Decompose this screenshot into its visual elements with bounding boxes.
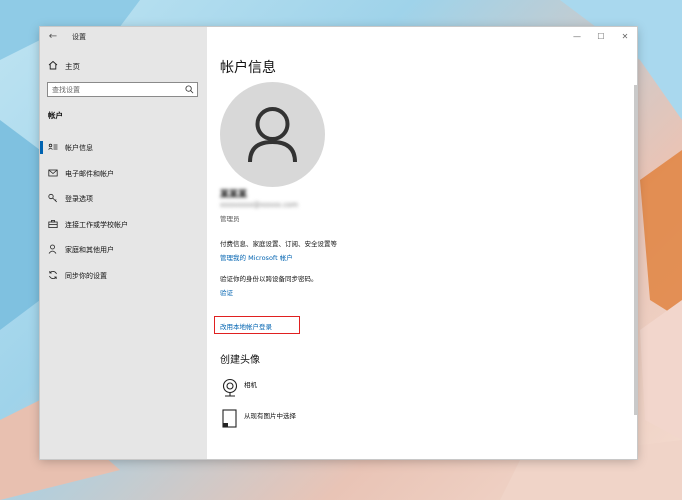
- sidebar-item-family-users[interactable]: 家庭和其他用户: [40, 237, 207, 263]
- section-label-accounts: 帐户: [48, 111, 63, 120]
- mail-icon: [48, 169, 58, 176]
- title-bar: ← 设置: [40, 27, 207, 47]
- back-arrow-icon[interactable]: ←: [47, 31, 59, 43]
- home-icon: [48, 60, 58, 70]
- active-indicator: [40, 141, 43, 154]
- camera-icon: [222, 378, 238, 397]
- sidebar-item-email-accounts[interactable]: 电子邮件和帐户: [40, 161, 207, 187]
- window-title: 设置: [72, 33, 86, 41]
- verify-text: 验证你的身份以跨设备同步密码。: [220, 275, 318, 283]
- camera-label: 相机: [244, 381, 257, 389]
- sidebar-item-label: 家庭和其他用户: [65, 246, 114, 254]
- manage-account-link[interactable]: 管理我的 Microsoft 帐户: [220, 252, 293, 262]
- sync-icon: [49, 270, 57, 279]
- sidebar-item-home[interactable]: 主页: [40, 57, 207, 75]
- settings-window: ← 设置 主页 帐户: [40, 27, 637, 459]
- sidebar-item-label: 登录选项: [65, 195, 93, 203]
- page-title: 帐户信息: [220, 60, 276, 76]
- sidebar-item-sync-settings[interactable]: 同步你的设置: [40, 263, 207, 289]
- local-account-login-link[interactable]: 改用本地帐户登录: [220, 321, 272, 331]
- account-info-icon: [48, 143, 58, 150]
- home-label: 主页: [65, 62, 80, 71]
- search-input[interactable]: [52, 84, 182, 95]
- user-name: 某某某: [220, 190, 248, 200]
- sidebar-nav: 帐户信息 电子邮件和帐户 登录选项 连接工作或学校帐户 家庭和其他用户 同步你的…: [40, 135, 207, 288]
- close-button[interactable]: ✕: [613, 27, 637, 47]
- minimize-button[interactable]: —: [565, 27, 589, 47]
- sidebar: ← 设置 主页 帐户: [40, 27, 207, 459]
- briefcase-icon: [48, 219, 58, 228]
- create-picture-title: 创建头像: [220, 355, 260, 366]
- browse-picture-label: 从现有图片中选择: [244, 412, 296, 420]
- browse-image-icon: [222, 409, 237, 428]
- maximize-button[interactable]: ☐: [589, 27, 613, 47]
- browse-picture-option[interactable]: 从现有图片中选择: [220, 408, 420, 430]
- search-icon[interactable]: [185, 85, 194, 94]
- sidebar-item-sign-in-options[interactable]: 登录选项: [40, 186, 207, 212]
- sidebar-item-account-info[interactable]: 帐户信息: [40, 135, 207, 161]
- sidebar-item-label: 帐户信息: [65, 144, 93, 152]
- window-controls: — ☐ ✕: [565, 27, 637, 47]
- search-box[interactable]: [47, 82, 198, 97]
- main-content: — ☐ ✕ 帐户信息 某某某 xxxxxxxx@xxxxx.com 管理员 付费…: [207, 27, 637, 459]
- camera-option[interactable]: 相机: [220, 377, 420, 399]
- user-role: 管理员: [220, 215, 240, 223]
- verify-link[interactable]: 验证: [220, 287, 233, 297]
- sidebar-item-label: 连接工作或学校帐户: [65, 220, 128, 229]
- person-icon: [48, 244, 57, 254]
- sidebar-item-label: 同步你的设置: [65, 271, 107, 280]
- user-silhouette-icon: [248, 107, 297, 163]
- sidebar-item-work-school[interactable]: 连接工作或学校帐户: [40, 212, 207, 238]
- scrollbar[interactable]: [634, 85, 637, 415]
- key-icon: [48, 193, 58, 203]
- avatar: [220, 82, 325, 187]
- sidebar-item-label: 电子邮件和帐户: [65, 169, 114, 178]
- user-email: xxxxxxxx@xxxxx.com: [220, 201, 299, 209]
- billing-text: 付费信息、家庭设置、订阅、安全设置等: [220, 240, 337, 248]
